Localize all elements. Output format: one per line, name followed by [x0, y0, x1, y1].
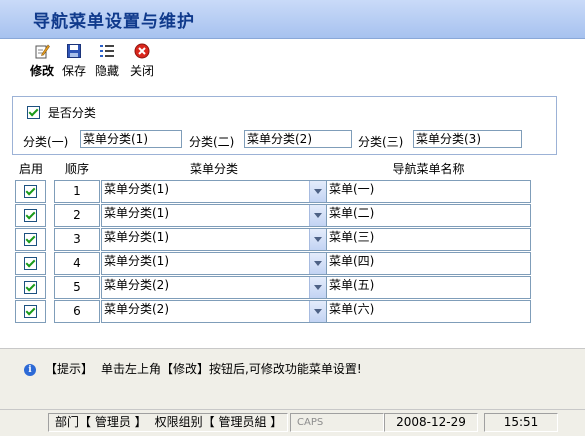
category-select[interactable]: 菜单分类(1): [101, 252, 327, 275]
category-2-input[interactable]: 菜单分类(2): [244, 130, 352, 148]
sequence-cell[interactable]: 2: [54, 204, 100, 227]
close-icon: [134, 43, 150, 59]
save-label: 保存: [61, 64, 86, 78]
category-select[interactable]: 菜单分类(1): [101, 180, 327, 203]
edit-label: 修改: [29, 64, 54, 78]
category-select[interactable]: 菜单分类(1): [101, 228, 327, 251]
category-select[interactable]: 菜单分类(1): [101, 204, 327, 227]
page-title: 导航菜单设置与维护: [33, 12, 195, 32]
column-header-enabled: 启用: [18, 162, 43, 176]
chevron-down-icon[interactable]: [309, 229, 326, 250]
status-time: 15:51: [484, 413, 558, 432]
category-select[interactable]: 菜单分类(2): [101, 300, 327, 323]
status-dept: 部门【 管理员 】: [55, 415, 147, 429]
sequence-cell[interactable]: 1: [54, 180, 100, 203]
hint-text: 单击左上角【修改】按钮后,可修改功能菜单设置!: [101, 362, 362, 376]
column-header-category: 菜单分类: [189, 162, 238, 176]
sequence-cell[interactable]: 3: [54, 228, 100, 251]
table-row: 6 菜单分类(2) 菜单(六): [14, 299, 534, 323]
enabled-cell[interactable]: [15, 300, 46, 323]
menu-name-input[interactable]: 菜单(一): [326, 180, 531, 203]
chevron-down-icon[interactable]: [309, 277, 326, 298]
category-select-value: 菜单分类(2): [104, 278, 169, 292]
enabled-checkbox[interactable]: [24, 185, 37, 198]
category-1-label: 分类(一): [23, 135, 69, 149]
toolbar: 修改 保存 隐藏 关闭: [0, 39, 585, 83]
menu-grid: 启用 顺序 菜单分类 导航菜单名称 1 菜单分类(1) 菜单(一) 2 菜单分类…: [14, 161, 534, 323]
sequence-cell[interactable]: 6: [54, 300, 100, 323]
category-group: 是否分类 分类(一) 菜单分类(1) 分类(二) 菜单分类(2) 分类(三) 菜…: [12, 96, 557, 155]
hide-button[interactable]: 隐藏: [89, 43, 125, 79]
status-date: 2008-12-29: [384, 413, 478, 432]
category-row: 分类(一) 菜单分类(1) 分类(二) 菜单分类(2) 分类(三) 菜单分类(3…: [23, 130, 553, 150]
column-header-sequence: 顺序: [64, 162, 89, 176]
enabled-checkbox[interactable]: [24, 233, 37, 246]
menu-name-input[interactable]: 菜单(四): [326, 252, 531, 275]
category-select-value: 菜单分类(1): [104, 182, 169, 196]
category-2-label: 分类(二): [189, 135, 235, 149]
category-3-label: 分类(三): [358, 135, 404, 149]
category-select-value: 菜单分类(2): [104, 302, 169, 316]
enabled-checkbox[interactable]: [24, 257, 37, 270]
table-row: 5 菜单分类(2) 菜单(五): [14, 275, 534, 299]
category-select-value: 菜单分类(1): [104, 254, 169, 268]
info-icon: i: [24, 363, 36, 376]
status-caps: CAPS: [290, 413, 384, 432]
category-select[interactable]: 菜单分类(2): [101, 276, 327, 299]
divider: [0, 348, 585, 349]
categorize-option[interactable]: 是否分类: [27, 104, 96, 121]
category-select-value: 菜单分类(1): [104, 206, 169, 220]
close-label: 关闭: [129, 64, 154, 78]
enabled-cell[interactable]: [15, 204, 46, 227]
enabled-cell[interactable]: [15, 228, 46, 251]
menu-name-input[interactable]: 菜单(二): [326, 204, 531, 227]
enabled-cell[interactable]: [15, 180, 46, 203]
categorize-label: 是否分类: [47, 106, 96, 120]
sequence-cell[interactable]: 4: [54, 252, 100, 275]
status-bar: 部门【 管理员 】权限组别【 管理员組 】 CAPS 2008-12-29 15…: [0, 409, 585, 434]
enabled-checkbox[interactable]: [24, 305, 37, 318]
save-button[interactable]: 保存: [56, 43, 92, 79]
category-3-input[interactable]: 菜单分类(3): [413, 130, 522, 148]
hint-message: i 【提示】 单击左上角【修改】按钮后,可修改功能菜单设置!: [24, 360, 362, 377]
edit-icon: [35, 44, 50, 59]
chevron-down-icon[interactable]: [309, 205, 326, 226]
table-row: 2 菜单分类(1) 菜单(二): [14, 203, 534, 227]
status-group: 权限组别【 管理员組 】: [154, 415, 283, 429]
table-row: 1 菜单分类(1) 菜单(一): [14, 179, 534, 203]
status-user-info: 部门【 管理员 】权限组别【 管理员組 】: [48, 413, 288, 432]
hide-list-icon: [100, 45, 114, 57]
menu-name-input[interactable]: 菜单(六): [326, 300, 531, 323]
chevron-down-icon[interactable]: [309, 301, 326, 322]
enabled-checkbox[interactable]: [24, 209, 37, 222]
table-row: 3 菜单分类(1) 菜单(三): [14, 227, 534, 251]
sequence-cell[interactable]: 5: [54, 276, 100, 299]
enabled-cell[interactable]: [15, 252, 46, 275]
content-panel: 是否分类 分类(一) 菜单分类(1) 分类(二) 菜单分类(2) 分类(三) 菜…: [0, 83, 585, 348]
column-header-menu-name: 导航菜单名称: [392, 162, 465, 176]
save-icon: [67, 44, 81, 58]
hide-label: 隐藏: [94, 64, 119, 78]
menu-name-input[interactable]: 菜单(三): [326, 228, 531, 251]
table-row: 4 菜单分类(1) 菜单(四): [14, 251, 534, 275]
category-select-value: 菜单分类(1): [104, 230, 169, 244]
hint-tag: 【提示】: [45, 362, 94, 376]
enabled-checkbox[interactable]: [24, 281, 37, 294]
category-1-input[interactable]: 菜单分类(1): [80, 130, 182, 148]
close-button[interactable]: 关闭: [124, 43, 160, 79]
chevron-down-icon[interactable]: [309, 181, 326, 202]
categorize-checkbox[interactable]: [27, 106, 40, 119]
title-bar: 导航菜单设置与维护: [0, 0, 585, 39]
menu-name-input[interactable]: 菜单(五): [326, 276, 531, 299]
edit-button[interactable]: 修改: [24, 43, 60, 79]
chevron-down-icon[interactable]: [309, 253, 326, 274]
enabled-cell[interactable]: [15, 276, 46, 299]
